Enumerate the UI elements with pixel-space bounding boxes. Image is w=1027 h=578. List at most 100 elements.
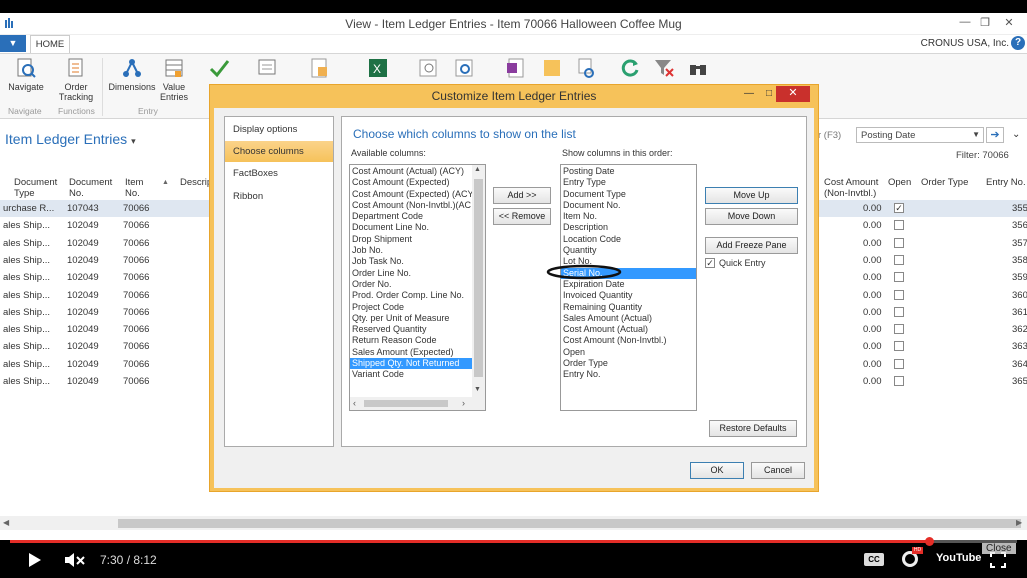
available-horizontal-scrollbar[interactable]: ‹ › xyxy=(350,397,485,410)
scroll-left-icon[interactable]: ◀ xyxy=(3,518,9,527)
available-column-item[interactable]: Job Task No. xyxy=(350,256,472,267)
shown-column-item[interactable]: Document No. xyxy=(561,200,696,211)
scroll-right-icon[interactable]: › xyxy=(462,398,465,408)
apply-filter-icon[interactable]: ➔ xyxy=(986,127,1004,143)
horizontal-scrollbar[interactable]: ◀ ▶ xyxy=(0,516,1027,530)
shown-column-item[interactable]: Posting Date xyxy=(561,166,696,177)
col-header-description[interactable]: Descrip xyxy=(180,177,212,188)
minimize-icon[interactable]: — xyxy=(958,16,972,30)
move-down-button[interactable]: Move Down xyxy=(705,208,798,225)
dialog-close-icon[interactable]: ✕ xyxy=(776,86,810,102)
page-title[interactable]: Item Ledger Entries ▾ xyxy=(5,131,136,147)
checkbox-unchecked-icon[interactable] xyxy=(894,237,904,248)
find-icon[interactable] xyxy=(414,56,442,82)
scrollbar-thumb[interactable] xyxy=(118,519,1021,528)
app-menu-button[interactable]: ▼ xyxy=(0,35,26,52)
nav-ribbon[interactable]: Ribbon xyxy=(225,186,333,207)
col-header-item-no[interactable]: Item No. xyxy=(125,177,149,199)
video-progress-bar[interactable] xyxy=(10,537,1017,546)
filter-field-select[interactable]: Posting Date ▼ xyxy=(856,127,984,143)
order-tracking-button[interactable]: Order Tracking xyxy=(54,56,98,102)
progress-handle[interactable] xyxy=(925,537,934,546)
scroll-left-icon[interactable]: ‹ xyxy=(353,398,356,408)
available-column-item[interactable]: Shipped Qty. Not Returned xyxy=(350,358,472,370)
approve-icon[interactable] xyxy=(204,56,234,82)
col-header-document-no[interactable]: Document No. xyxy=(69,177,113,199)
application-area-icon[interactable] xyxy=(304,56,334,82)
youtube-logo[interactable]: YouTube xyxy=(936,552,981,564)
scroll-right-icon[interactable]: ▶ xyxy=(1016,518,1022,527)
available-column-item[interactable]: Document Line No. xyxy=(350,222,472,233)
filter-view-icon[interactable] xyxy=(450,56,478,82)
available-column-item[interactable]: Drop Shipment xyxy=(350,234,472,245)
navigate-button[interactable]: Navigate xyxy=(6,56,46,92)
col-header-document-type[interactable]: Document Type xyxy=(14,177,58,199)
onenote-icon[interactable] xyxy=(502,56,530,82)
nav-choose-columns[interactable]: Choose columns xyxy=(225,141,333,162)
shown-column-item[interactable]: Description xyxy=(561,222,696,233)
restore-defaults-button[interactable]: Restore Defaults xyxy=(709,420,797,437)
notes-icon[interactable] xyxy=(538,56,566,82)
scroll-up-icon[interactable]: ▲ xyxy=(474,166,481,173)
available-column-item[interactable]: Return Reason Code xyxy=(350,335,472,346)
shown-column-item[interactable]: Invoiced Quantity xyxy=(561,290,696,301)
clear-filter-icon[interactable] xyxy=(650,56,678,82)
help-icon[interactable]: ? xyxy=(1011,36,1025,50)
play-icon[interactable] xyxy=(28,552,42,571)
remove-button[interactable]: << Remove xyxy=(493,208,551,225)
ok-button[interactable]: OK xyxy=(690,462,744,479)
checkbox-unchecked-icon[interactable] xyxy=(894,272,904,283)
available-column-item[interactable]: Prod. Order Comp. Line No. xyxy=(350,290,472,301)
available-column-item[interactable]: Cost Amount (Expected) (ACY xyxy=(350,189,474,200)
checkbox-unchecked-icon[interactable] xyxy=(894,324,904,335)
checkbox-unchecked-icon[interactable] xyxy=(894,289,904,300)
fullscreen-icon[interactable] xyxy=(990,552,1006,571)
restore-icon[interactable]: ❐ xyxy=(978,16,992,30)
available-column-item[interactable]: Cost Amount (Expected) xyxy=(350,177,472,188)
shown-column-item[interactable]: Item No. xyxy=(561,211,696,222)
shown-column-item[interactable]: Cost Amount (Non-Invtbl.) xyxy=(561,335,696,346)
col-header-cost-amount[interactable]: Cost Amount (Non-Invtbl.) xyxy=(824,177,880,199)
excel-icon[interactable]: X xyxy=(364,56,392,82)
shown-column-item[interactable]: Location Code xyxy=(561,234,696,245)
captions-icon[interactable]: CC xyxy=(864,553,884,566)
col-header-open[interactable]: Open xyxy=(888,177,911,188)
available-column-item[interactable]: Reserved Quantity xyxy=(350,324,472,335)
close-icon[interactable]: ✕ xyxy=(1002,16,1016,30)
tab-home[interactable]: HOME xyxy=(30,35,70,53)
shown-columns-list[interactable]: Posting Date Entry Type Document Type Docum… xyxy=(560,164,697,411)
scroll-down-icon[interactable]: ▼ xyxy=(474,386,481,393)
checkbox-unchecked-icon[interactable] xyxy=(894,220,904,231)
refresh-icon[interactable] xyxy=(616,56,644,82)
col-header-entry-no[interactable]: Entry No. xyxy=(986,177,1026,188)
available-column-item[interactable]: Order Line No. xyxy=(350,268,472,279)
links-icon[interactable] xyxy=(572,56,600,82)
available-column-item[interactable]: Cost Amount (Non-Invtbl.)(AC xyxy=(350,200,472,211)
report-icon[interactable] xyxy=(252,56,282,82)
collapse-icon[interactable]: ⌄ xyxy=(1012,129,1020,140)
scrollbar-thumb[interactable] xyxy=(474,179,483,377)
nav-display-options[interactable]: Display options xyxy=(225,119,333,140)
value-entries-button[interactable]: Value Entries xyxy=(156,56,192,102)
checkbox-checked-icon[interactable]: ✓ xyxy=(705,258,715,268)
available-vertical-scrollbar[interactable]: ▲ ▼ xyxy=(472,165,485,397)
checkbox-unchecked-icon[interactable] xyxy=(894,306,904,317)
scrollbar-thumb[interactable] xyxy=(364,400,448,407)
binoculars-icon[interactable] xyxy=(684,56,712,82)
available-column-item[interactable]: Variant Code xyxy=(350,369,472,380)
available-column-item[interactable]: Qty. per Unit of Measure xyxy=(350,313,472,324)
shown-column-item[interactable]: Sales Amount (Actual) xyxy=(561,313,696,324)
add-freeze-pane-button[interactable]: Add Freeze Pane xyxy=(705,237,798,254)
dimensions-button[interactable]: Dimensions xyxy=(106,56,158,92)
dialog-minimize-icon[interactable]: — xyxy=(740,86,758,102)
shown-column-item[interactable]: Order Type xyxy=(561,358,696,369)
mute-icon[interactable] xyxy=(64,552,86,571)
available-column-item[interactable]: Cost Amount (Actual) (ACY) xyxy=(350,166,472,177)
available-column-item[interactable]: Order No. xyxy=(350,279,472,290)
company-name[interactable]: CRONUS USA, Inc. xyxy=(921,38,1009,49)
cancel-button[interactable]: Cancel xyxy=(751,462,805,479)
available-column-item[interactable]: Department Code xyxy=(350,211,472,222)
checkbox-checked-icon[interactable]: ✓ xyxy=(894,203,904,213)
nav-factboxes[interactable]: FactBoxes xyxy=(225,163,333,184)
checkbox-unchecked-icon[interactable] xyxy=(894,341,904,352)
